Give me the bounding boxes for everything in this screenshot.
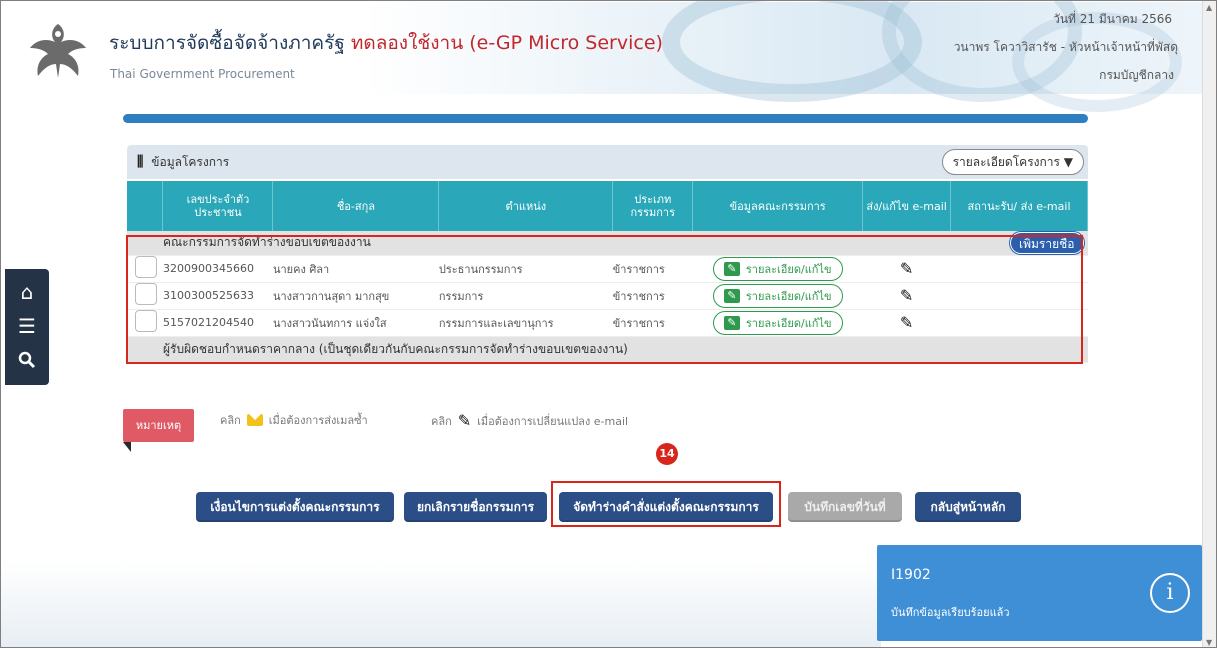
column-header-committee-info: ข้อมูลคณะกรรมการ — [692, 181, 864, 231]
legend-click-label: คลิก — [220, 414, 241, 427]
app-window: ระบบการจัดซื้อจัดจ้างภาครัฐ ทดลองใช้งาน … — [0, 0, 1217, 648]
background-decoration — [1, 561, 881, 647]
note-tag: หมายเหตุ — [123, 409, 194, 442]
column-header-type: ประเภท กรรมการ — [612, 181, 694, 231]
header-banner: ระบบการจัดซื้อจัดจ้างภาครัฐ ทดลองใช้งาน … — [2, 1, 1202, 112]
toast-message: บันทึกข้อมูลเรียบร้อยแล้ว — [891, 606, 1010, 619]
column-header-position: ตำแหน่ง — [438, 181, 614, 231]
edit-icon: ✎ — [457, 411, 472, 430]
department-name: กรมบัญชีกลาง — [1099, 68, 1174, 82]
highlight-draft-button — [551, 481, 781, 527]
column-header-email-edit: ส่ง/แก้ไข e-mail — [862, 181, 952, 231]
scroll-up-icon[interactable]: ▲ — [1206, 3, 1212, 12]
home-icon[interactable]: ⌂ — [21, 282, 34, 302]
search-icon[interactable] — [18, 351, 36, 372]
system-title-trial: ทดลองใช้งาน (e-GP Micro Service) — [350, 32, 663, 54]
menu-icon[interactable]: ☰ — [18, 316, 36, 336]
legend-resend-mail: คลิก เมื่อต้องการส่งเมลซ้ำ — [220, 411, 368, 429]
project-detail-dropdown[interactable]: รายละเอียดโครงการ ▼ — [941, 149, 1084, 175]
panel-title-text: ข้อมูลโครงการ — [151, 155, 230, 169]
column-header-id: เลขประจำตัว ประชาชน — [162, 181, 274, 231]
sliders-icon: ⫼ — [137, 154, 144, 170]
back-to-home-button[interactable]: กลับสู่หน้าหลัก — [915, 492, 1021, 522]
progress-bar — [123, 114, 1088, 123]
notification-toast[interactable]: I1902 บันทึกข้อมูลเรียบร้อยแล้ว i — [877, 545, 1202, 641]
side-toolbar: ⌂ ☰ — [5, 269, 49, 385]
panel-title: ⫼ ข้อมูลโครงการ — [137, 153, 229, 172]
user-name[interactable]: วนาพร โควาวิสารัช - หัวหน้าเจ้าหน้าที่พั… — [954, 38, 1178, 57]
toast-code: I1902 — [891, 567, 931, 583]
legend-change-email: คลิก ✎ เมื่อต้องการเปลี่ยนแปลง e-mail — [431, 411, 628, 430]
step-number-badge: 14 — [656, 443, 678, 465]
page-scrollbar[interactable]: ▲ ▼ — [1202, 1, 1216, 647]
envelope-icon — [246, 414, 263, 426]
cancel-committee-list-button[interactable]: ยกเลิกรายชื่อกรรมการ — [404, 492, 547, 522]
column-header-name: ชื่อ-สกุล — [272, 181, 440, 231]
note-tag-fold — [123, 442, 131, 452]
garuda-logo-icon — [30, 24, 86, 78]
system-subtitle: Thai Government Procurement — [110, 67, 295, 81]
legend-click-label: คลิก — [431, 414, 452, 428]
legend-resend-desc: เมื่อต้องการส่งเมลซ้ำ — [268, 414, 368, 427]
system-title-main: ระบบการจัดซื้อจัดจ้างภาครัฐ — [109, 32, 345, 54]
column-header-select — [127, 181, 164, 231]
save-number-date-button[interactable]: บันทึกเลขที่วันที่ — [788, 492, 902, 522]
header-decoration — [662, 1, 922, 102]
table-header-row: เลขประจำตัว ประชาชน ชื่อ-สกุล ตำแหน่ง ปร… — [127, 181, 1088, 231]
current-date: วันที่ 21 มีนาคม 2566 — [1053, 12, 1172, 26]
highlight-committee-rows — [126, 235, 1083, 364]
legend-change-desc: เมื่อต้องการเปลี่ยนแปลง e-mail — [477, 414, 629, 428]
panel-header: ⫼ ข้อมูลโครงการ รายละเอียดโครงการ ▼ — [127, 145, 1088, 179]
scroll-down-icon[interactable]: ▼ — [1206, 638, 1212, 647]
column-header-email-status: สถานะรับ/ ส่ง e-mail — [950, 181, 1088, 231]
system-title: ระบบการจัดซื้อจัดจ้างภาครัฐ ทดลองใช้งาน … — [109, 28, 663, 58]
committee-conditions-button[interactable]: เงื่อนไขการแต่งตั้งคณะกรรมการ — [196, 492, 394, 522]
info-icon: i — [1150, 573, 1190, 613]
